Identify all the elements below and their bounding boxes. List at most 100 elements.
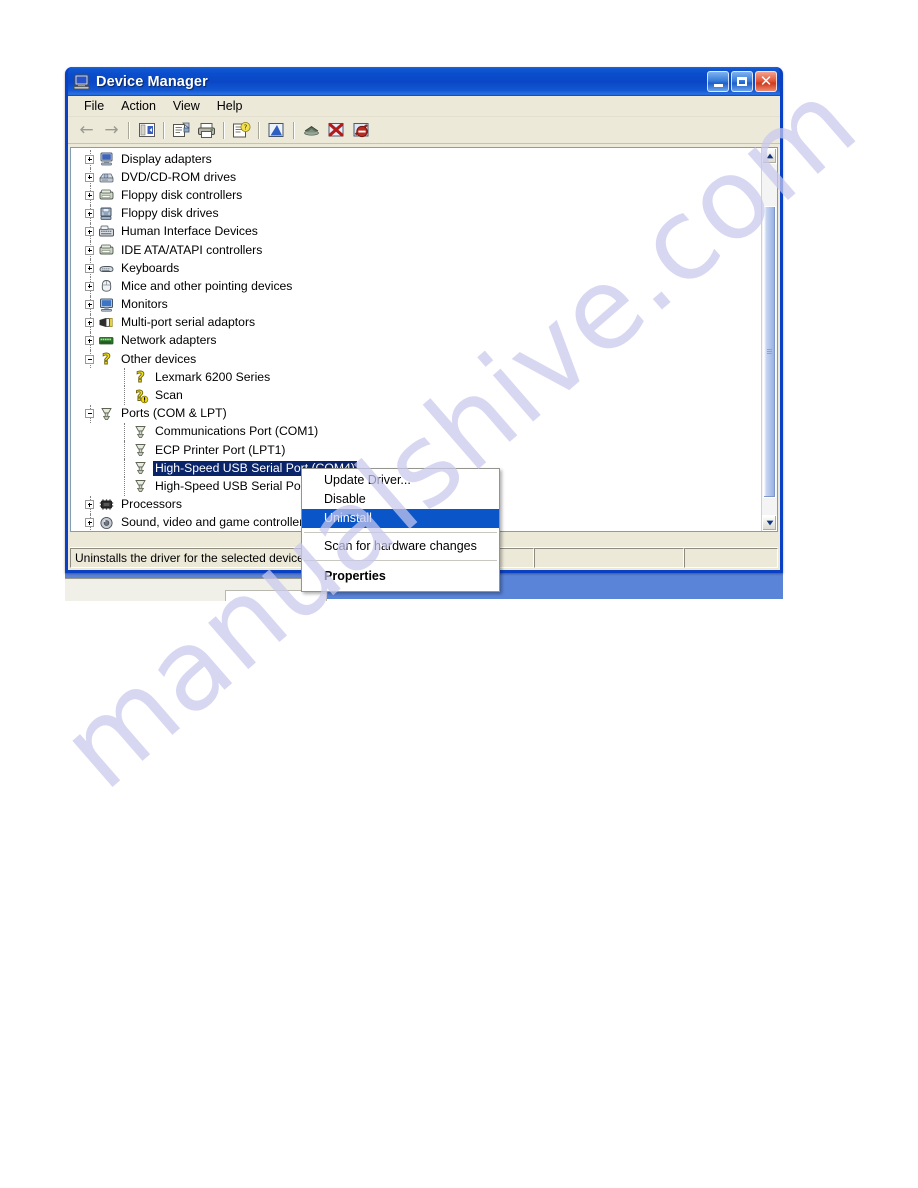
tree-row[interactable]: ? Other devices [71,350,760,369]
uninstall-device-icon[interactable] [349,119,374,142]
device-context-menu[interactable]: Update Driver... Disable Uninstall Scan for… [301,468,500,592]
tree-connector-line [123,459,125,478]
floppy-controller-icon [98,187,115,203]
context-menu-item[interactable]: Disable [302,490,499,509]
tree-row-label: Communications Port (COM1) [155,424,319,439]
ide-controller-icon [98,242,115,258]
tree-row[interactable]: Human Interface Devices [71,222,760,241]
tree-row[interactable]: Floppy disk drives [71,204,760,223]
tree-row[interactable]: Communications Port (COM1) [71,422,760,441]
network-adapter-icon [98,333,115,349]
expand-node-icon[interactable] [85,154,94,164]
tree-row-label: Monitors [121,297,168,312]
tree-row[interactable]: Mice and other pointing devices [71,277,760,296]
expand-node-icon[interactable] [85,172,94,182]
disable-device-icon[interactable] [324,119,349,142]
context-menu-item[interactable]: Scan for hardware changes [302,537,499,556]
tree-row-label: Lexmark 6200 Series [155,369,271,384]
tree-row[interactable]: Multi-port serial adaptors [71,313,760,332]
window-controls: ✕ [707,71,777,92]
port-icon [98,406,115,422]
tree-row[interactable]: Ports (COM & LPT) [71,404,760,423]
menu-item-action[interactable]: Action [113,97,165,115]
window-title: Device Manager [96,73,208,90]
tree-row[interactable]: ? Scan [71,386,760,405]
toolbar-separator [293,121,295,139]
unknown-device-icon: ? [132,368,149,387]
context-menu-item[interactable]: Update Driver... [302,471,499,490]
menu-item-help[interactable]: Help [209,97,252,115]
title-bar[interactable]: Device Manager ✕ [68,67,780,96]
unknown-device-icon: ? [98,350,115,369]
expand-node-icon[interactable] [85,300,94,310]
dvd-drive-icon [98,169,115,185]
expand-node-icon[interactable] [85,318,94,328]
tree-row-label: Display adapters [121,151,212,166]
show-hide-console-tree-icon[interactable] [134,119,159,142]
unknown-device-warning-icon: ? [132,388,149,405]
scroll-up-arrow-icon[interactable] [762,148,777,164]
processor-icon [98,497,115,513]
tree-row-label: Ports (COM & LPT) [121,406,227,421]
tree-row[interactable]: Floppy disk controllers [71,186,760,205]
menu-item-view[interactable]: View [165,97,209,115]
tree-vertical-scrollbar[interactable] [761,148,777,531]
expand-node-icon[interactable] [85,227,94,237]
expand-node-icon[interactable] [85,245,94,255]
scroll-down-arrow-icon[interactable] [762,515,777,531]
expand-node-icon[interactable] [85,209,94,219]
tree-row-label: DVD/CD-ROM drives [121,169,237,184]
expand-node-icon[interactable] [85,190,94,200]
port-icon [132,442,149,458]
expand-node-icon[interactable] [85,518,94,528]
floppy-drive-icon [98,206,115,222]
toolbar-separator [258,121,260,139]
tree-row[interactable]: ? Lexmark 6200 Series [71,368,760,387]
tree-row-label: Mice and other pointing devices [121,278,293,293]
forward-arrow-icon[interactable]: → [99,119,124,142]
tree-connector-line [123,422,125,441]
back-arrow-icon[interactable]: ← [74,119,99,142]
tree-row-label: Human Interface Devices [121,224,258,239]
tree-connector-line [123,368,125,387]
tree-row[interactable]: ECP Printer Port (LPT1) [71,441,760,460]
multiport-serial-icon [98,315,115,331]
collapse-node-icon[interactable] [85,354,94,364]
expand-node-icon[interactable] [85,281,94,291]
expand-node-icon[interactable] [85,263,94,273]
close-button[interactable]: ✕ [755,71,777,92]
expand-node-icon[interactable] [85,500,94,510]
toolbar-separator [223,121,225,139]
tree-connector-line [123,386,125,405]
scan-hardware-changes-icon[interactable] [299,119,324,142]
tree-row[interactable]: Monitors [71,295,760,314]
tree-row[interactable]: Display adapters [71,150,760,169]
tree-row[interactable]: DVD/CD-ROM drives [71,168,760,187]
tree-row[interactable]: Keyboards [71,259,760,278]
port-icon [132,460,149,476]
expand-node-icon[interactable] [85,336,94,346]
print-icon[interactable] [194,119,219,142]
tree-row-label: Network adapters [121,333,217,348]
toolbar: ← → ? [68,117,780,144]
menu-item-file[interactable]: File [76,97,113,115]
properties-icon[interactable] [169,119,194,142]
collapse-node-icon[interactable] [85,409,94,419]
context-menu-item[interactable]: Properties [302,565,499,588]
update-driver-icon[interactable] [264,119,289,142]
tree-row[interactable]: Network adapters [71,331,760,351]
context-menu-separator [304,532,497,533]
tree-row-label: IDE ATA/ATAPI controllers [121,242,263,257]
computer-icon [73,74,91,90]
maximize-button[interactable] [731,71,753,92]
port-icon [132,424,149,440]
scrollbar-thumb[interactable] [763,206,776,498]
minimize-button[interactable] [707,71,729,92]
tree-row-label: Floppy disk controllers [121,187,243,202]
help-properties-icon[interactable]: ? [229,119,254,142]
tree-row[interactable]: IDE ATA/ATAPI controllers [71,240,760,260]
scrollbar-track[interactable] [762,164,777,515]
sound-device-icon [98,515,115,531]
hid-icon [98,224,115,240]
context-menu-item[interactable]: Uninstall [302,509,499,528]
